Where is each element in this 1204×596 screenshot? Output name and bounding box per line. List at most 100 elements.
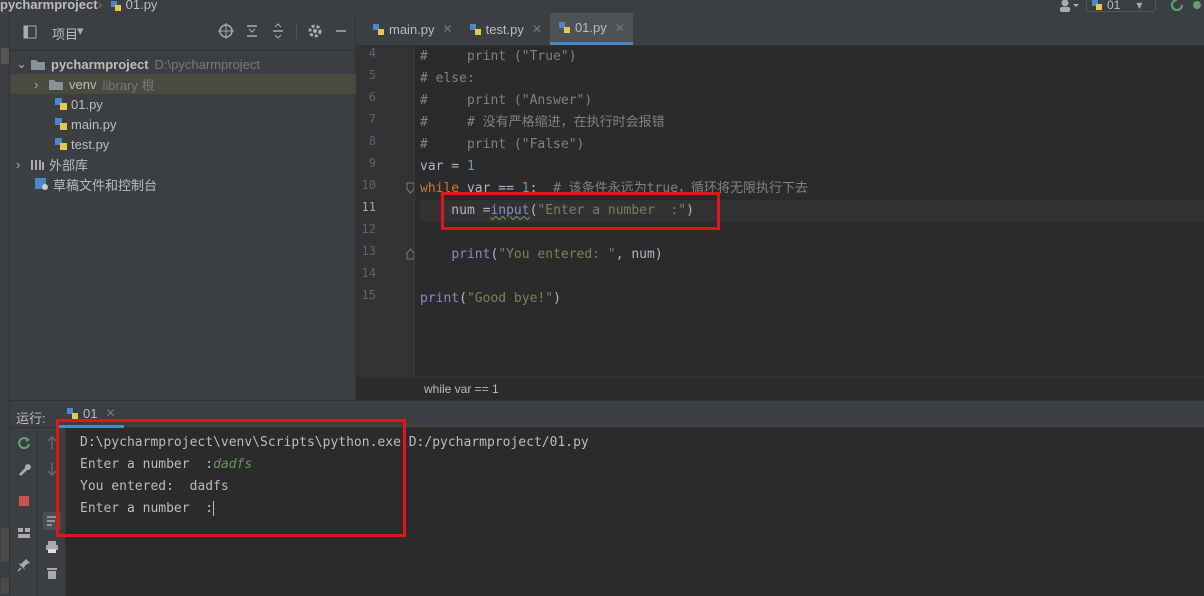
favorites-tool-tab[interactable] [1,578,9,594]
printer-icon [46,541,58,553]
close-icon[interactable]: ✕ [615,21,625,35]
project-view-label[interactable]: 项目 [52,24,78,43]
run-config-label: 01 [1107,0,1121,12]
rerun-icon [18,437,30,450]
pin-icon [17,559,30,572]
breadcrumb-project[interactable]: pycharmproject [0,0,98,12]
layout-button[interactable] [15,524,33,542]
tree-item-label: main.py [71,116,117,132]
line-number: 14 [361,266,376,280]
tab-label: main.py [389,21,435,37]
wrench-icon [19,464,31,476]
highlight-box [441,192,720,230]
code-breadcrumb[interactable]: while var == 1 [356,376,1204,400]
folder-icon [31,59,45,70]
tree-item-file[interactable]: main.py [10,114,356,134]
stop-button[interactable] [15,492,33,510]
tree-item-label: 草稿文件和控制台 [53,177,158,193]
tree-item-label: venv [69,76,97,92]
line-number: 4 [368,46,376,60]
project-tool-tab[interactable] [1,48,9,64]
chevron-down-icon: ▾ [1136,0,1143,12]
python-run-config-icon [1092,0,1102,10]
chevron-right-icon: › [16,156,21,172]
line-number: 15 [361,288,376,302]
tree-item-root[interactable]: ⌄ pycharmproject D:\pycharmproject [10,54,356,74]
breadcrumb-file-label: 01.py [125,0,158,12]
code-line: print("Good bye!") [420,291,561,306]
tree-item-file[interactable]: test.py [10,134,356,154]
library-icon [31,159,44,170]
locate-icon[interactable] [218,23,234,39]
run-label: 运行: [16,411,46,426]
tree-item-external-libraries[interactable]: › 外部库 [10,154,356,174]
line-number: 10 [361,178,376,192]
trash-icon [47,568,57,579]
project-panel-header: 项目 ▾ [10,13,355,51]
chevron-down-icon[interactable]: ▾ [77,23,84,39]
line-number: 11 [361,200,376,214]
tree-item-label: test.py [71,136,110,152]
line-number: 8 [368,134,376,148]
scratches-icon [35,178,48,190]
chevron-down-icon: ⌄ [16,56,27,71]
rerun-button[interactable] [15,434,33,452]
code-line: # print ("False") [420,137,585,152]
tree-item-scratches[interactable]: 草稿文件和控制台 [10,174,356,194]
line-number: 9 [368,156,376,170]
line-number: 12 [361,222,376,236]
tree-item-venv[interactable]: › venv library 根 [10,74,356,94]
code-line: # else: [420,71,475,86]
pin-tab-button[interactable] [15,556,33,574]
layout-icon [18,528,30,538]
rerun-icon[interactable] [1170,0,1184,12]
run-config-selector[interactable]: 01 ▾ [1086,0,1156,12]
clear-all-button[interactable] [43,564,61,582]
tab-01-py[interactable]: 01.py ✕ [549,13,633,45]
structure-tool-tab[interactable] [1,528,9,562]
run-toolbar [10,428,38,596]
tree-item-label: pycharmproject [51,56,149,72]
tab-main-py[interactable]: main.py ✕ [364,13,461,45]
debug-icon[interactable] [1190,0,1204,12]
gear-icon[interactable] [307,23,323,39]
code-line: # print ("True") [420,49,577,64]
close-icon[interactable]: ✕ [532,22,542,36]
python-file-icon [55,138,67,150]
python-file-icon [55,98,67,110]
gutter-divider [414,46,415,376]
project-panel: 项目 ▾ ⌄ pycharmproject D:\pycharmproject … [10,13,356,400]
collapse-all-icon[interactable] [270,23,286,39]
breadcrumb-file[interactable]: 01.py [110,0,157,12]
python-file-icon [558,22,570,33]
chevron-right-icon: › [34,76,39,92]
close-icon[interactable]: ✕ [443,22,453,36]
tab-test-py[interactable]: test.py ✕ [461,13,550,45]
expand-all-icon[interactable] [244,23,260,39]
python-file-icon [373,23,384,35]
left-tool-strip [0,13,10,596]
project-view-icon [23,25,37,39]
editor-tabs: main.py ✕ test.py ✕ 01.py ✕ [356,13,1204,46]
line-number: 13 [361,244,376,258]
code-line: print("You entered: ", num) [451,247,663,262]
minimize-icon[interactable] [333,23,349,39]
tree-item-label: 01.py [71,96,103,112]
close-icon[interactable]: ✕ [105,406,115,420]
modify-config-button[interactable] [15,460,33,478]
line-number: 7 [368,112,376,126]
code-line: # print ("Answer") [420,93,593,108]
tree-item-label: 外部库 [49,157,89,173]
tab-label: 01.py [574,20,607,35]
tree-item-hint: library 根 [102,77,155,93]
breadcrumb-separator: › [98,0,103,12]
tab-label: test.py [485,21,524,37]
print-button[interactable] [43,538,61,556]
python-file-icon [469,23,481,35]
tree-item-file[interactable]: 01.py [10,94,356,114]
user-icon[interactable] [1058,0,1080,12]
python-file-icon [111,0,121,11]
folder-icon [49,79,63,90]
code-line: # # 没有严格缩进，在执行时会报错 [420,115,665,130]
